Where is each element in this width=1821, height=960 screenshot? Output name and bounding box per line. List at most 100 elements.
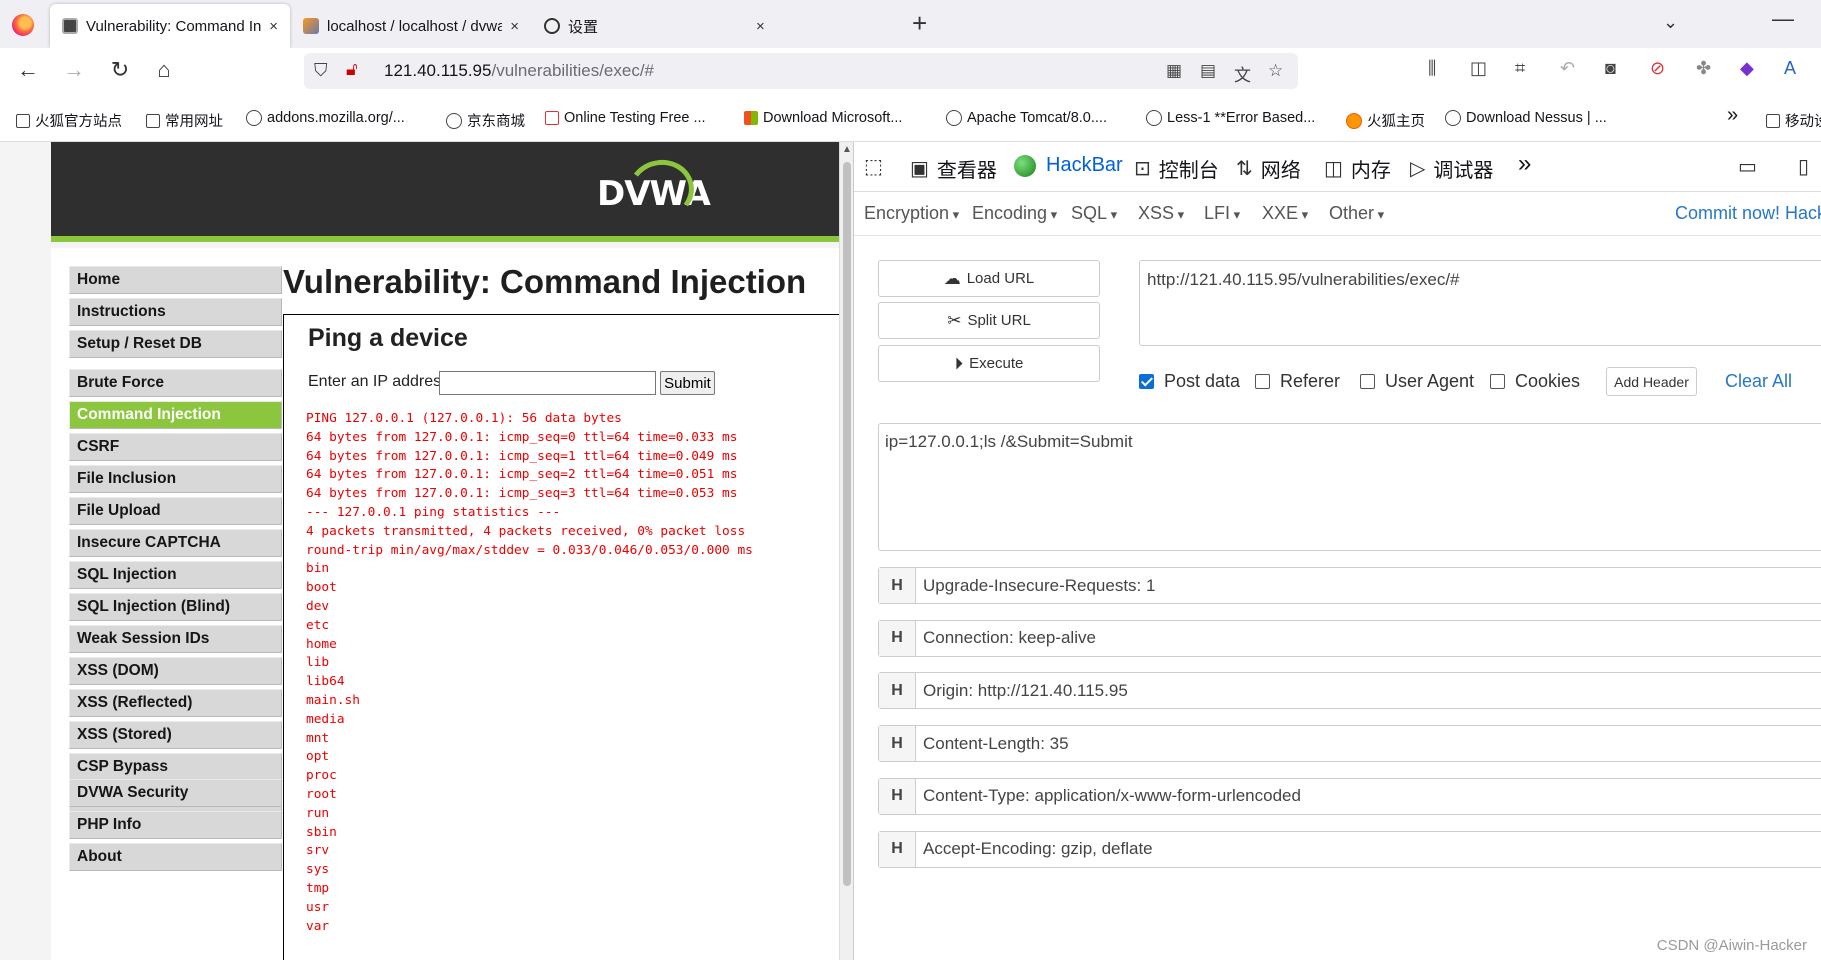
tab-console[interactable]: ⊡ 控制台 xyxy=(1134,154,1219,183)
bookmark-item[interactable]: Less-1 **Error Based... xyxy=(1146,110,1315,126)
menu-item-file-inclusion[interactable]: File Inclusion xyxy=(69,465,282,493)
split-url-button[interactable]: ✂ Split URL xyxy=(878,302,1100,339)
menu-item-sql-injection-blind[interactable]: SQL Injection (Blind) xyxy=(69,593,282,621)
tab-hackbar[interactable]: HackBar xyxy=(1014,154,1123,177)
menu-xss[interactable]: XSS xyxy=(1138,203,1184,224)
header-row[interactable]: H Origin: http://121.40.115.95 xyxy=(878,672,1821,710)
menu-item-instructions[interactable]: Instructions xyxy=(69,298,282,326)
close-icon[interactable]: × xyxy=(510,18,519,35)
bookmark-item[interactable]: 火狐主页 xyxy=(1346,110,1425,131)
bookmarks-overflow-icon[interactable]: » xyxy=(1727,104,1738,127)
bookmark-item[interactable]: 京东商城 xyxy=(446,110,525,131)
menu-item-xss-reflected[interactable]: XSS (Reflected) xyxy=(69,689,282,717)
extension-mask-icon[interactable]: ◙ xyxy=(1605,58,1616,79)
menu-item-setup-reset-db[interactable]: Setup / Reset DB xyxy=(69,330,282,358)
header-value[interactable]: Origin: http://121.40.115.95 xyxy=(916,681,1128,701)
header-value[interactable]: Upgrade-Insecure-Requests: 1 xyxy=(916,576,1155,596)
user-agent-checkbox[interactable]: User Agent xyxy=(1360,371,1474,392)
execute-button[interactable]: ⏵ Execute xyxy=(878,345,1100,382)
reload-icon[interactable]: ↻ xyxy=(104,54,136,86)
menu-item-insecure-captcha[interactable]: Insecure CAPTCHA xyxy=(69,529,282,557)
responsive-icon[interactable]: ▯ xyxy=(1798,154,1817,179)
reader-view-icon[interactable]: ▤ xyxy=(1200,61,1216,81)
menu-item-brute-force[interactable]: Brute Force xyxy=(69,369,282,397)
header-row[interactable]: H Accept-Encoding: gzip, deflate xyxy=(878,830,1821,868)
sidebar-icon[interactable]: ◫ xyxy=(1470,58,1487,79)
bookmark-item[interactable]: Download Nessus | ... xyxy=(1445,110,1607,126)
url-text[interactable]: 121.40.115.95/vulnerabilities/exec/# xyxy=(384,61,654,81)
home-icon[interactable]: ⌂ xyxy=(148,54,180,86)
tab-memory[interactable]: ◫ 内存 xyxy=(1324,154,1391,183)
header-row[interactable]: H Content-Length: 35 xyxy=(878,725,1821,763)
page-scrollbar[interactable]: ▲ xyxy=(839,142,853,960)
element-picker-icon[interactable]: ⬚ xyxy=(864,154,891,179)
menu-sql[interactable]: SQL xyxy=(1071,203,1117,224)
clear-all-link[interactable]: Clear All xyxy=(1725,371,1792,392)
header-row[interactable]: H Connection: keep-alive xyxy=(878,619,1821,657)
screenshot-icon[interactable]: ⌗ xyxy=(1515,58,1525,79)
menu-item-command-injection[interactable]: Command Injection xyxy=(69,401,282,429)
back-icon[interactable]: ← xyxy=(12,54,44,86)
close-icon[interactable]: × xyxy=(756,18,765,35)
scroll-up-icon[interactable]: ▲ xyxy=(842,144,852,155)
forward-icon[interactable]: → xyxy=(58,54,90,86)
header-value[interactable]: Content-Length: 35 xyxy=(916,734,1069,754)
tab-network[interactable]: ⇅ 网络 xyxy=(1236,154,1301,183)
dock-icon[interactable]: ▭ xyxy=(1738,154,1765,179)
menu-item-file-upload[interactable]: File Upload xyxy=(69,497,282,525)
library-icon[interactable]: ⫼ xyxy=(1428,58,1436,79)
menu-item-xss-dom[interactable]: XSS (DOM) xyxy=(69,657,282,685)
bookmark-item[interactable]: addons.mozilla.org/... xyxy=(246,110,405,126)
cookies-checkbox[interactable]: Cookies xyxy=(1490,371,1580,392)
header-row[interactable]: H Upgrade-Insecure-Requests: 1 xyxy=(878,567,1821,604)
new-tab-button[interactable]: + xyxy=(912,8,927,39)
menu-item-xss-stored[interactable]: XSS (Stored) xyxy=(69,721,282,749)
menu-lfi[interactable]: LFI xyxy=(1204,203,1240,224)
referer-checkbox[interactable]: Referer xyxy=(1255,371,1340,392)
puzzle-extension-icon[interactable]: ✤ xyxy=(1696,58,1711,79)
menu-item-sql-injection[interactable]: SQL Injection xyxy=(69,561,282,589)
menu-item-dvwa-security[interactable]: DVWA Security xyxy=(69,779,282,807)
tab-settings[interactable]: 设置 × xyxy=(532,4,782,48)
load-url-button[interactable]: ☁ Load URL xyxy=(878,260,1100,297)
commit-link[interactable]: Commit now! Hack xyxy=(1675,203,1821,224)
bookmark-star-icon[interactable]: ☆ xyxy=(1268,61,1283,81)
tab-inspector[interactable]: ▣ 查看器 xyxy=(910,154,997,183)
bookmark-item[interactable]: Apache Tomcat/8.0.... xyxy=(946,110,1107,126)
add-header-button[interactable]: Add Header xyxy=(1606,367,1697,396)
menu-item-csp-bypass[interactable]: CSP Bypass xyxy=(69,753,282,781)
header-value[interactable]: Accept-Encoding: gzip, deflate xyxy=(916,839,1153,859)
block-extension-icon[interactable]: ⊘ xyxy=(1650,58,1665,79)
close-icon[interactable]: × xyxy=(269,18,278,35)
header-row[interactable]: H Content-Type: application/x-www-form-ur… xyxy=(878,777,1821,815)
ip-input[interactable] xyxy=(439,371,656,395)
minimize-button[interactable]: — xyxy=(1772,6,1794,32)
insecure-lock-icon[interactable]: 🔓︎ xyxy=(346,59,358,80)
shield-icon[interactable]: ⛉ xyxy=(314,60,328,81)
undo-icon[interactable]: ↶ xyxy=(1560,58,1575,79)
menu-item-about[interactable]: About xyxy=(69,843,282,871)
post-data-checkbox[interactable]: Post data xyxy=(1139,371,1240,392)
tab-list-icon[interactable]: ⌄ xyxy=(1663,12,1678,33)
tab-phpmyadmin[interactable]: localhost / localhost / dvwa / × xyxy=(291,4,531,48)
bookmark-item[interactable]: 火狐官方站点 xyxy=(16,110,122,131)
header-value[interactable]: Connection: keep-alive xyxy=(916,628,1096,648)
menu-item-php-info[interactable]: PHP Info xyxy=(69,811,282,839)
scroll-thumb[interactable] xyxy=(843,162,851,886)
menu-item-weak-session-ids[interactable]: Weak Session IDs xyxy=(69,625,282,653)
tab-debugger[interactable]: ▷ 调试器 xyxy=(1410,154,1493,183)
submit-button[interactable]: Submit xyxy=(660,371,715,395)
firefox-logo-icon[interactable] xyxy=(12,14,34,36)
translate-icon[interactable]: 文 xyxy=(1234,61,1251,86)
more-tabs-icon[interactable]: » xyxy=(1518,150,1531,178)
header-value[interactable]: Content-Type: application/x-www-form-url… xyxy=(916,786,1301,806)
bookmark-item[interactable]: 常用网址 xyxy=(146,110,223,131)
menu-item-home[interactable]: Home xyxy=(69,266,282,294)
tab-dvwa[interactable]: Vulnerability: Command Injec × xyxy=(50,4,290,48)
url-textarea[interactable]: http://121.40.115.95/vulnerabilities/exe… xyxy=(1139,260,1821,346)
post-data-textarea[interactable]: ip=127.0.0.1;ls /&Submit=Submit xyxy=(878,423,1821,551)
bookmark-item[interactable]: Download Microsoft... xyxy=(744,110,902,126)
menu-encoding[interactable]: Encoding xyxy=(972,203,1057,224)
menu-item-csrf[interactable]: CSRF xyxy=(69,433,282,461)
bookmark-item[interactable]: 移动设 xyxy=(1766,110,1821,131)
